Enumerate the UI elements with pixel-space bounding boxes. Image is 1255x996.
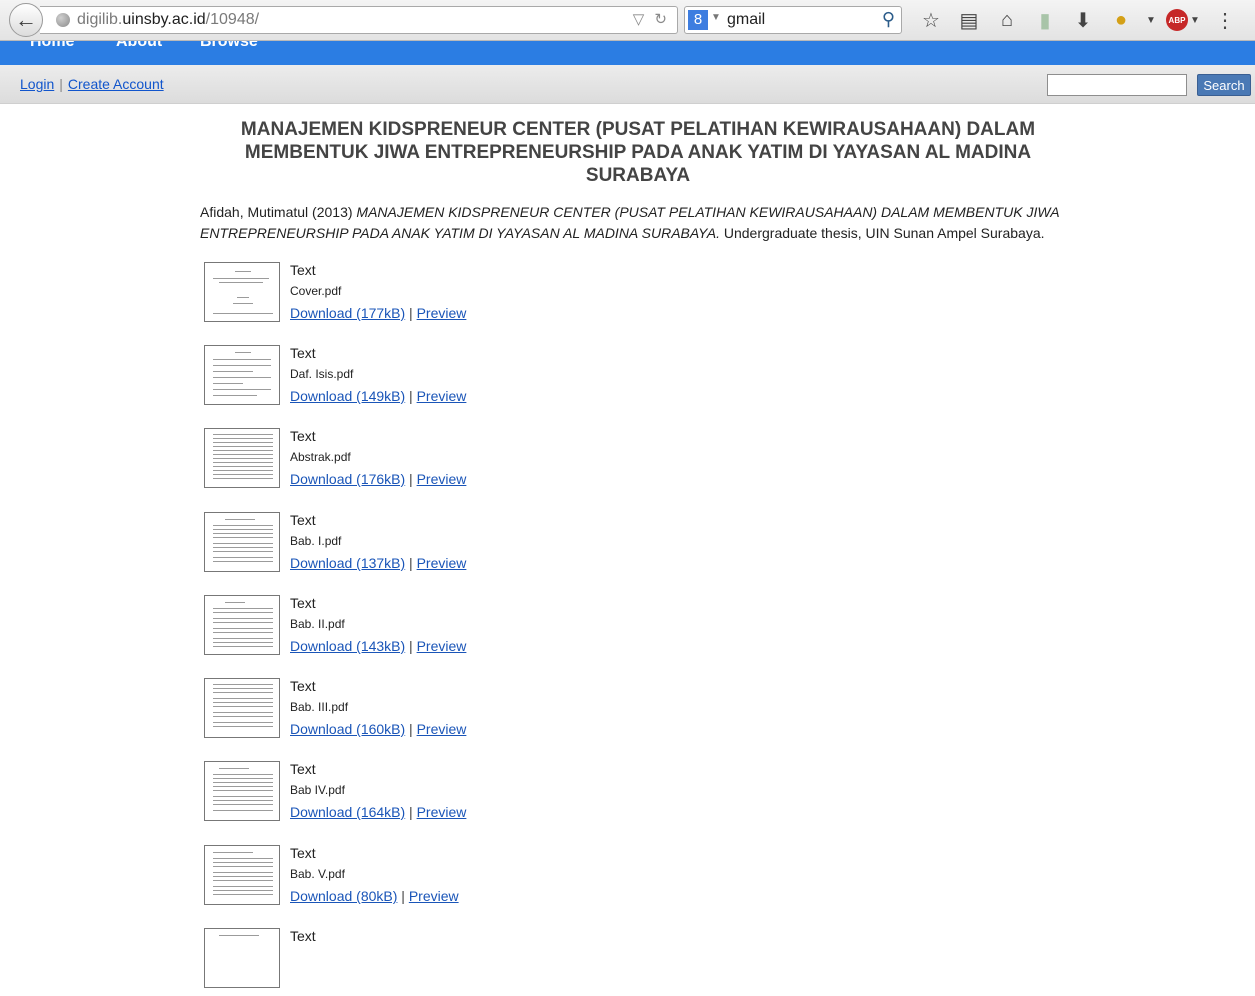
search-engine-icon[interactable]: 8: [688, 10, 708, 30]
document-filename: Cover.pdf: [290, 284, 342, 298]
document-type: Text: [290, 845, 316, 861]
reload-icon[interactable]: ↻: [654, 11, 667, 28]
document-thumbnail[interactable]: [204, 928, 280, 988]
page-title: MANAJEMEN KIDSPRENEUR CENTER (PUSAT PELA…: [240, 119, 1036, 186]
download-link[interactable]: Download (80kB): [290, 888, 397, 904]
document-filename: Daf. Isis.pdf: [290, 367, 354, 381]
site-search-input[interactable]: [1047, 74, 1187, 96]
login-link[interactable]: Login: [20, 76, 54, 92]
download-link[interactable]: Download (176kB): [290, 471, 405, 487]
browser-search-box[interactable]: 8 ▼ gmail ⚲: [684, 6, 902, 34]
download-link[interactable]: Download (160kB): [290, 721, 405, 737]
document-type: Text: [290, 428, 316, 444]
document-filename: Bab. II.pdf: [290, 617, 345, 631]
url-text[interactable]: digilib.uinsby.ac.id/10948/: [77, 11, 259, 29]
chevron-down-icon[interactable]: ▼: [711, 12, 721, 23]
document-item: Text Bab IV.pdf Download (164kB) | Previ…: [204, 759, 704, 829]
dropdown-arrow-icon[interactable]: ▽: [633, 11, 645, 28]
address-bar[interactable]: digilib.uinsby.ac.id/10948/ ▽ ↻: [40, 6, 678, 34]
browser-toolbar-icons: ☆ ▤ ⌂ ▮ ⬇ ● ▼ ABP ▼ ⋮: [916, 6, 1248, 34]
document-thumbnail[interactable]: [204, 512, 280, 572]
document-type: Text: [290, 595, 316, 611]
document-thumbnail[interactable]: [204, 262, 280, 322]
back-button[interactable]: ←: [9, 3, 43, 37]
nav-browse[interactable]: Browse: [200, 41, 258, 51]
document-thumbnail[interactable]: [204, 345, 280, 405]
download-link[interactable]: Download (143kB): [290, 638, 405, 654]
magnifier-icon[interactable]: ⚲: [882, 9, 895, 30]
document-item: Text Bab. V.pdf Download (80kB) | Previe…: [204, 843, 704, 913]
preview-link[interactable]: Preview: [417, 555, 467, 571]
browser-search-input[interactable]: gmail: [727, 11, 765, 29]
document-item: Text Bab. I.pdf Download (137kB) | Previ…: [204, 510, 704, 580]
account-bar: Login | Create Account Search: [0, 65, 1255, 104]
preview-link[interactable]: Preview: [417, 638, 467, 654]
addon-icon[interactable]: ●: [1106, 9, 1136, 32]
document-filename: Abstrak.pdf: [290, 450, 351, 464]
document-thumbnail[interactable]: [204, 428, 280, 488]
preview-link[interactable]: Preview: [409, 888, 459, 904]
back-arrow-icon: ←: [15, 7, 37, 32]
document-thumbnail[interactable]: [204, 678, 280, 738]
bookmarks-list-icon[interactable]: ▤: [954, 8, 984, 33]
create-account-link[interactable]: Create Account: [68, 76, 164, 92]
document-item: Text: [204, 926, 704, 996]
preview-link[interactable]: Preview: [417, 305, 467, 321]
download-link[interactable]: Download (177kB): [290, 305, 405, 321]
nav-home[interactable]: Home: [30, 41, 74, 51]
citation: Afidah, Mutimatul (2013) MANAJEMEN KIDSP…: [200, 202, 1080, 244]
preview-link[interactable]: Preview: [417, 471, 467, 487]
home-icon[interactable]: ⌂: [992, 9, 1022, 32]
signal-icon[interactable]: ▮: [1030, 8, 1060, 33]
preview-link[interactable]: Preview: [417, 804, 467, 820]
chevron-down-icon[interactable]: ▼: [1144, 15, 1158, 26]
document-item: Text Daf. Isis.pdf Download (149kB) | Pr…: [204, 343, 704, 413]
citation-details: Undergraduate thesis, UIN Sunan Ampel Su…: [723, 225, 1045, 241]
document-filename: Bab. I.pdf: [290, 534, 342, 548]
document-item: Text Abstrak.pdf Download (176kB) | Prev…: [204, 426, 704, 496]
document-thumbnail[interactable]: [204, 761, 280, 821]
divider: |: [59, 76, 63, 92]
document-item: Text Cover.pdf Download (177kB) | Previe…: [204, 260, 704, 330]
browser-toolbar: digilib.uinsby.ac.id/10948/ ▽ ↻ ← 8 ▼ gm…: [0, 0, 1255, 41]
globe-icon: [56, 13, 70, 27]
document-type: Text: [290, 928, 316, 944]
document-thumbnail[interactable]: [204, 595, 280, 655]
document-filename: Bab. V.pdf: [290, 867, 345, 881]
download-link[interactable]: Download (164kB): [290, 804, 405, 820]
site-nav: Home About Browse: [0, 41, 1255, 65]
nav-about[interactable]: About: [116, 41, 162, 51]
site-search-button[interactable]: Search: [1197, 74, 1251, 96]
chevron-down-icon[interactable]: ▼: [1188, 15, 1202, 26]
adblock-icon[interactable]: ABP: [1166, 9, 1188, 31]
citation-authors: Afidah, Mutimatul (2013): [200, 204, 353, 220]
document-filename: Bab IV.pdf: [290, 783, 345, 797]
document-type: Text: [290, 512, 316, 528]
document-filename: Bab. III.pdf: [290, 700, 349, 714]
download-link[interactable]: Download (137kB): [290, 555, 405, 571]
document-item: Text Bab. II.pdf Download (143kB) | Prev…: [204, 593, 704, 663]
document-type: Text: [290, 678, 316, 694]
menu-icon[interactable]: ⋮: [1210, 8, 1240, 33]
download-link[interactable]: Download (149kB): [290, 388, 405, 404]
document-type: Text: [290, 262, 316, 278]
bookmark-star-icon[interactable]: ☆: [916, 8, 946, 33]
document-item: Text Bab. III.pdf Download (160kB) | Pre…: [204, 676, 704, 746]
document-type: Text: [290, 345, 316, 361]
preview-link[interactable]: Preview: [417, 388, 467, 404]
document-type: Text: [290, 761, 316, 777]
download-icon[interactable]: ⬇: [1068, 8, 1098, 33]
document-thumbnail[interactable]: [204, 845, 280, 905]
preview-link[interactable]: Preview: [417, 721, 467, 737]
